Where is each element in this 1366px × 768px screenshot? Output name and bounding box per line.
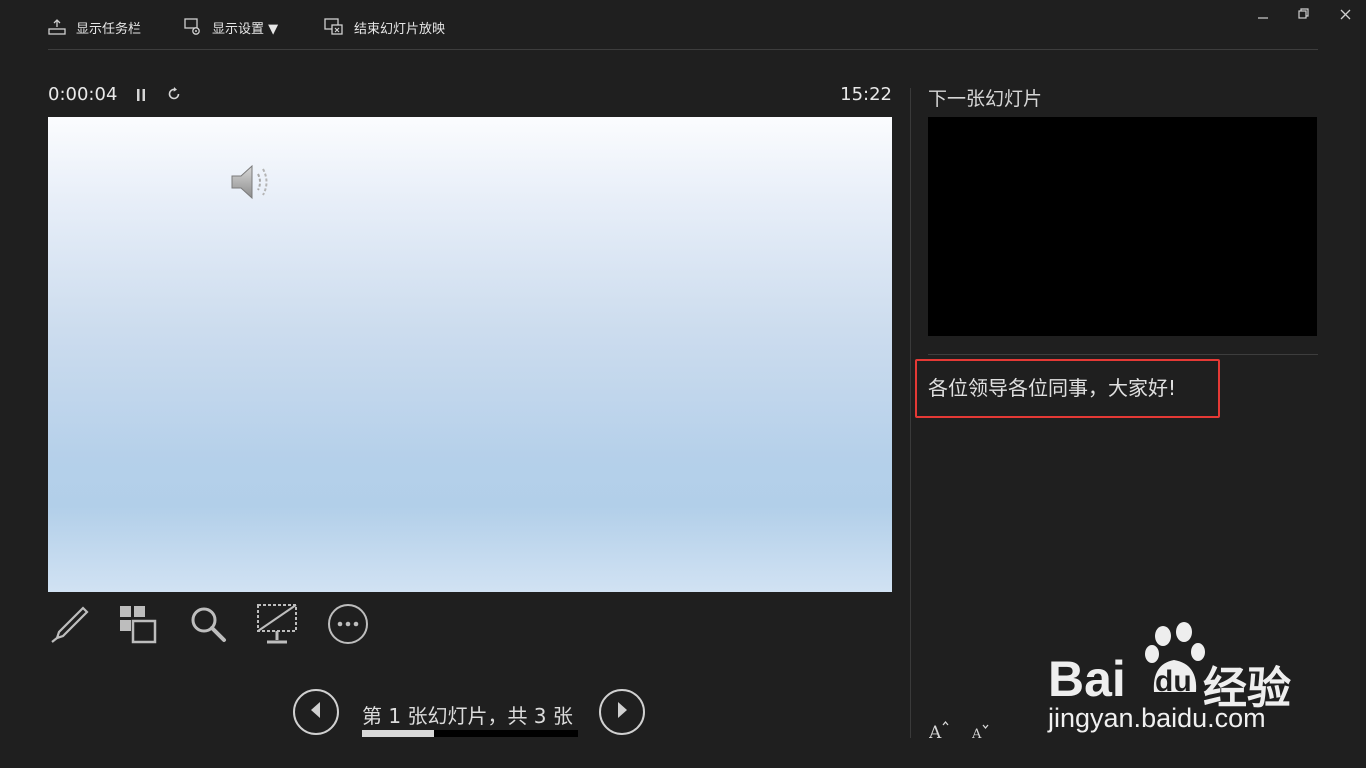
zoom-button[interactable] (186, 604, 230, 648)
previous-slide-button[interactable] (293, 689, 339, 735)
slides-grid-icon (117, 604, 157, 648)
speaker-notes[interactable]: 各位领导各位同事，大家好! (928, 372, 1176, 401)
minimize-button[interactable] (1250, 4, 1276, 24)
toolbar-divider (48, 49, 1318, 50)
increase-font-button[interactable]: A (928, 718, 949, 744)
next-slide-button[interactable] (599, 689, 645, 735)
black-screen-button[interactable] (255, 604, 299, 648)
panel-divider[interactable] (910, 88, 911, 738)
increase-font-icon: A (928, 720, 949, 744)
svg-text:A: A (929, 723, 942, 740)
pause-icon (135, 87, 147, 106)
restore-button[interactable] (1291, 4, 1317, 24)
current-time: 15:22 (840, 84, 892, 105)
close-icon (1340, 5, 1351, 24)
watermark-du: du (1155, 665, 1192, 698)
more-options-icon (327, 603, 369, 649)
taskbar-icon (48, 19, 66, 35)
display-settings-button[interactable]: 显示设置 ▼ (184, 12, 278, 42)
display-settings-icon (184, 18, 202, 36)
decrease-font-icon: A (971, 722, 990, 744)
restart-timer-button[interactable] (164, 86, 184, 106)
notes-divider[interactable] (928, 354, 1318, 355)
slide-counter[interactable]: 第 1 张幻灯片，共 3 张 (362, 700, 573, 729)
svg-text:A: A (972, 727, 982, 740)
speaker-icon[interactable] (230, 161, 276, 203)
see-all-slides-button[interactable] (115, 604, 159, 648)
restart-icon (166, 86, 182, 106)
slide-progress-bar (362, 730, 578, 737)
pause-timer-button[interactable] (131, 86, 151, 106)
end-slideshow-label: 结束幻灯片放映 (354, 21, 446, 37)
minimize-icon (1258, 5, 1268, 24)
close-button[interactable] (1332, 4, 1358, 24)
display-settings-label: 显示设置 ▼ (212, 21, 279, 37)
decrease-font-button[interactable]: A (971, 718, 990, 744)
show-taskbar-label: 显示任务栏 (76, 21, 142, 37)
previous-slide-icon (309, 701, 323, 723)
restore-icon (1298, 5, 1310, 24)
zoom-icon (188, 604, 228, 648)
next-slide-icon (615, 701, 629, 723)
watermark-url: jingyan.baidu.com (1048, 703, 1266, 733)
pen-tool-button[interactable] (47, 604, 91, 648)
show-taskbar-button[interactable]: 显示任务栏 (48, 12, 141, 42)
watermark-bai: Bai (1048, 651, 1126, 707)
black-screen-icon (255, 602, 299, 650)
end-slideshow-icon (324, 18, 344, 36)
next-slide-preview[interactable] (928, 117, 1317, 336)
more-options-button[interactable] (326, 604, 370, 648)
elapsed-timer: 0:00:04 (48, 84, 118, 105)
pen-icon (49, 604, 89, 648)
next-slide-label: 下一张幻灯片 (928, 88, 1043, 110)
end-slideshow-button[interactable]: 结束幻灯片放映 (324, 12, 445, 42)
current-slide-view[interactable] (48, 117, 892, 592)
slide-progress-fill (362, 730, 434, 737)
